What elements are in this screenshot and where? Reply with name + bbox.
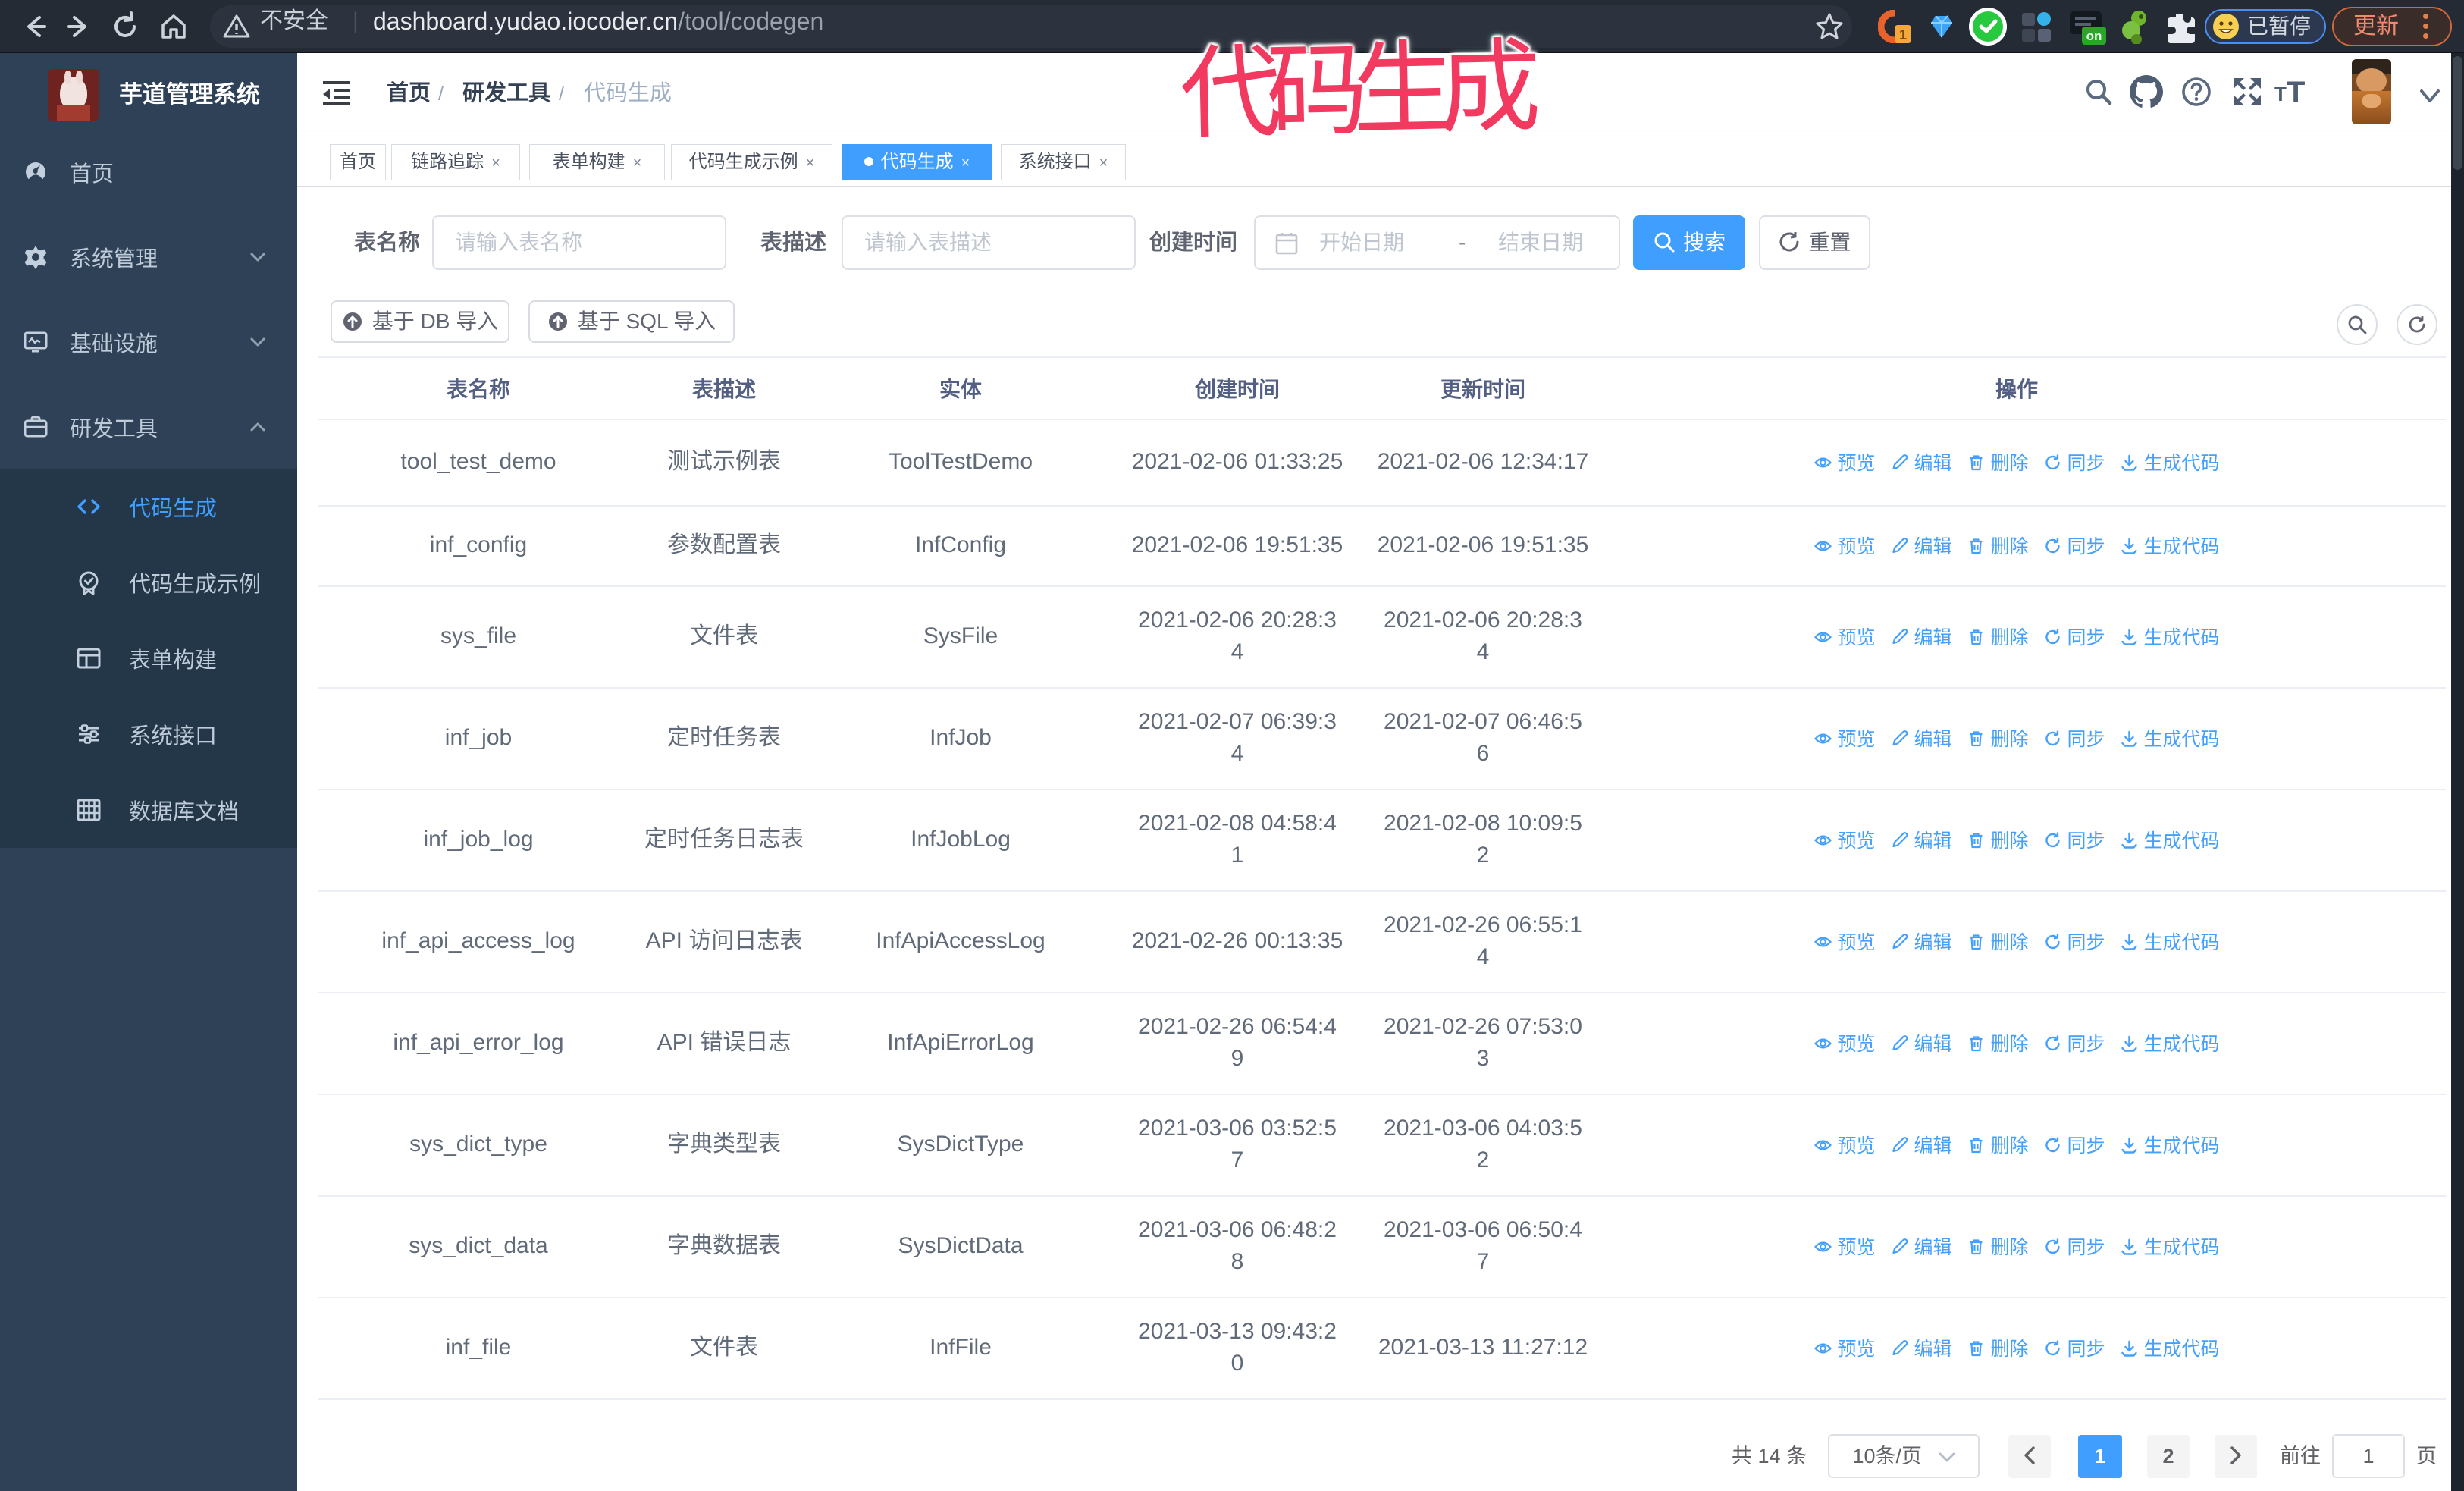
svg-text:1: 1 [1899, 27, 1907, 42]
svg-text:on: on [2086, 29, 2102, 43]
